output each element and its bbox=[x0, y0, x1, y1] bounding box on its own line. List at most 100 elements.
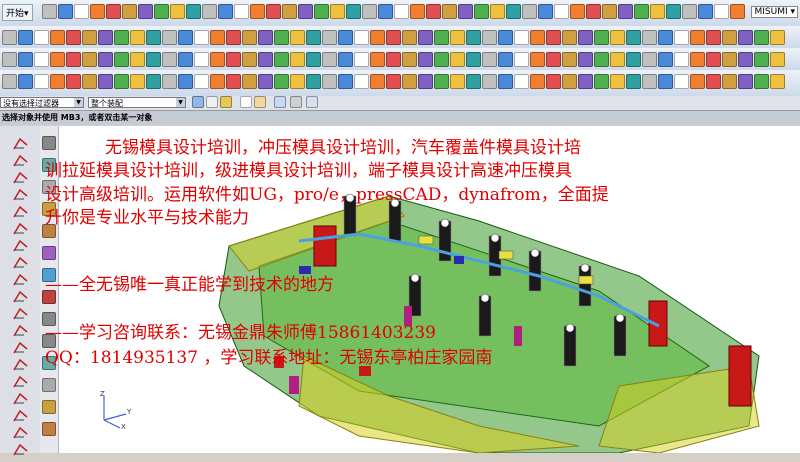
tool-icon[interactable] bbox=[546, 52, 561, 67]
tool-icon[interactable] bbox=[258, 30, 273, 45]
tool-icon[interactable] bbox=[354, 52, 369, 67]
tool-icon[interactable] bbox=[226, 52, 241, 67]
tool-icon[interactable] bbox=[410, 4, 425, 19]
tool-icon[interactable] bbox=[122, 4, 137, 19]
tool-icon[interactable] bbox=[354, 74, 369, 89]
tool-icon[interactable] bbox=[290, 30, 305, 45]
tool-icon[interactable] bbox=[178, 30, 193, 45]
tool-icon[interactable] bbox=[594, 74, 609, 89]
tool-icon[interactable] bbox=[450, 74, 465, 89]
tool-icon[interactable] bbox=[626, 30, 641, 45]
tool-icon[interactable] bbox=[362, 4, 377, 19]
tool-icon[interactable] bbox=[74, 4, 89, 19]
tool-icon[interactable] bbox=[602, 4, 617, 19]
tool-icon[interactable] bbox=[162, 30, 177, 45]
draft-tool-icon[interactable] bbox=[12, 391, 30, 407]
tool-icon[interactable] bbox=[594, 30, 609, 45]
draft-tool-icon[interactable] bbox=[12, 442, 30, 458]
face-icon[interactable] bbox=[274, 96, 286, 108]
tool-icon[interactable] bbox=[514, 30, 529, 45]
tool-icon[interactable] bbox=[130, 52, 145, 67]
draft-tool-icon[interactable] bbox=[12, 221, 30, 237]
tool-icon[interactable] bbox=[610, 74, 625, 89]
resource-icon[interactable] bbox=[42, 378, 56, 392]
tool-icon[interactable] bbox=[338, 30, 353, 45]
tool-icon[interactable] bbox=[634, 4, 649, 19]
tool-icon[interactable] bbox=[514, 74, 529, 89]
tool-icon[interactable] bbox=[586, 4, 601, 19]
tool-icon[interactable] bbox=[522, 4, 537, 19]
draft-tool-icon[interactable] bbox=[12, 255, 30, 271]
tool-icon[interactable] bbox=[82, 52, 97, 67]
draft-tool-icon[interactable] bbox=[12, 204, 30, 220]
tool-icon[interactable] bbox=[738, 74, 753, 89]
misumi-menu[interactable]: MISUMI ▾ bbox=[751, 6, 798, 18]
tool-icon[interactable] bbox=[538, 4, 553, 19]
tool-icon[interactable] bbox=[450, 52, 465, 67]
tool-icon[interactable] bbox=[2, 74, 17, 89]
tool-icon[interactable] bbox=[394, 4, 409, 19]
tool-icon[interactable] bbox=[618, 4, 633, 19]
tool-icon[interactable] bbox=[66, 30, 81, 45]
component-icon[interactable] bbox=[306, 96, 318, 108]
tool-icon[interactable] bbox=[386, 52, 401, 67]
tool-icon[interactable] bbox=[218, 4, 233, 19]
tool-icon[interactable] bbox=[98, 74, 113, 89]
tool-icon[interactable] bbox=[354, 30, 369, 45]
tool-icon[interactable] bbox=[426, 4, 441, 19]
tool-icon[interactable] bbox=[226, 74, 241, 89]
resource-icon[interactable] bbox=[42, 246, 56, 260]
tool-icon[interactable] bbox=[194, 74, 209, 89]
select-all-icon[interactable] bbox=[206, 96, 218, 108]
type-filter-dropdown[interactable]: 没有选择过滤器 ▼ bbox=[0, 97, 84, 108]
tool-icon[interactable] bbox=[186, 4, 201, 19]
tool-icon[interactable] bbox=[226, 30, 241, 45]
tool-icon[interactable] bbox=[82, 30, 97, 45]
tool-icon[interactable] bbox=[770, 74, 785, 89]
tool-icon[interactable] bbox=[154, 4, 169, 19]
tool-icon[interactable] bbox=[674, 74, 689, 89]
tool-icon[interactable] bbox=[2, 30, 17, 45]
draft-tool-icon[interactable] bbox=[12, 323, 30, 339]
tool-icon[interactable] bbox=[562, 30, 577, 45]
tool-icon[interactable] bbox=[434, 30, 449, 45]
tool-icon[interactable] bbox=[306, 74, 321, 89]
draft-tool-icon[interactable] bbox=[12, 272, 30, 288]
tool-icon[interactable] bbox=[402, 30, 417, 45]
tool-icon[interactable] bbox=[98, 30, 113, 45]
resource-icon[interactable] bbox=[42, 136, 56, 150]
tool-icon[interactable] bbox=[274, 74, 289, 89]
tool-icon[interactable] bbox=[338, 74, 353, 89]
tool-icon[interactable] bbox=[98, 52, 113, 67]
draft-tool-icon[interactable] bbox=[12, 340, 30, 356]
tool-icon[interactable] bbox=[90, 4, 105, 19]
tool-icon[interactable] bbox=[178, 74, 193, 89]
tool-icon[interactable] bbox=[242, 74, 257, 89]
tool-icon[interactable] bbox=[594, 52, 609, 67]
tool-icon[interactable] bbox=[706, 30, 721, 45]
scope-filter-dropdown[interactable]: 整个装配 ▼ bbox=[88, 97, 186, 108]
tool-icon[interactable] bbox=[546, 30, 561, 45]
draft-tool-icon[interactable] bbox=[12, 357, 30, 373]
edge-icon[interactable] bbox=[254, 96, 266, 108]
tool-icon[interactable] bbox=[58, 4, 73, 19]
tool-icon[interactable] bbox=[66, 74, 81, 89]
tool-icon[interactable] bbox=[674, 30, 689, 45]
tool-icon[interactable] bbox=[210, 74, 225, 89]
tool-icon[interactable] bbox=[50, 30, 65, 45]
tool-icon[interactable] bbox=[498, 52, 513, 67]
draft-tool-icon[interactable] bbox=[12, 306, 30, 322]
tool-icon[interactable] bbox=[490, 4, 505, 19]
tool-icon[interactable] bbox=[610, 52, 625, 67]
tool-icon[interactable] bbox=[370, 30, 385, 45]
tool-icon[interactable] bbox=[338, 52, 353, 67]
tool-icon[interactable] bbox=[2, 52, 17, 67]
tool-icon[interactable] bbox=[530, 74, 545, 89]
tool-icon[interactable] bbox=[730, 4, 745, 19]
tool-icon[interactable] bbox=[298, 4, 313, 19]
tool-icon[interactable] bbox=[322, 52, 337, 67]
tool-icon[interactable] bbox=[642, 74, 657, 89]
tool-icon[interactable] bbox=[458, 4, 473, 19]
tool-icon[interactable] bbox=[386, 30, 401, 45]
tool-icon[interactable] bbox=[274, 30, 289, 45]
